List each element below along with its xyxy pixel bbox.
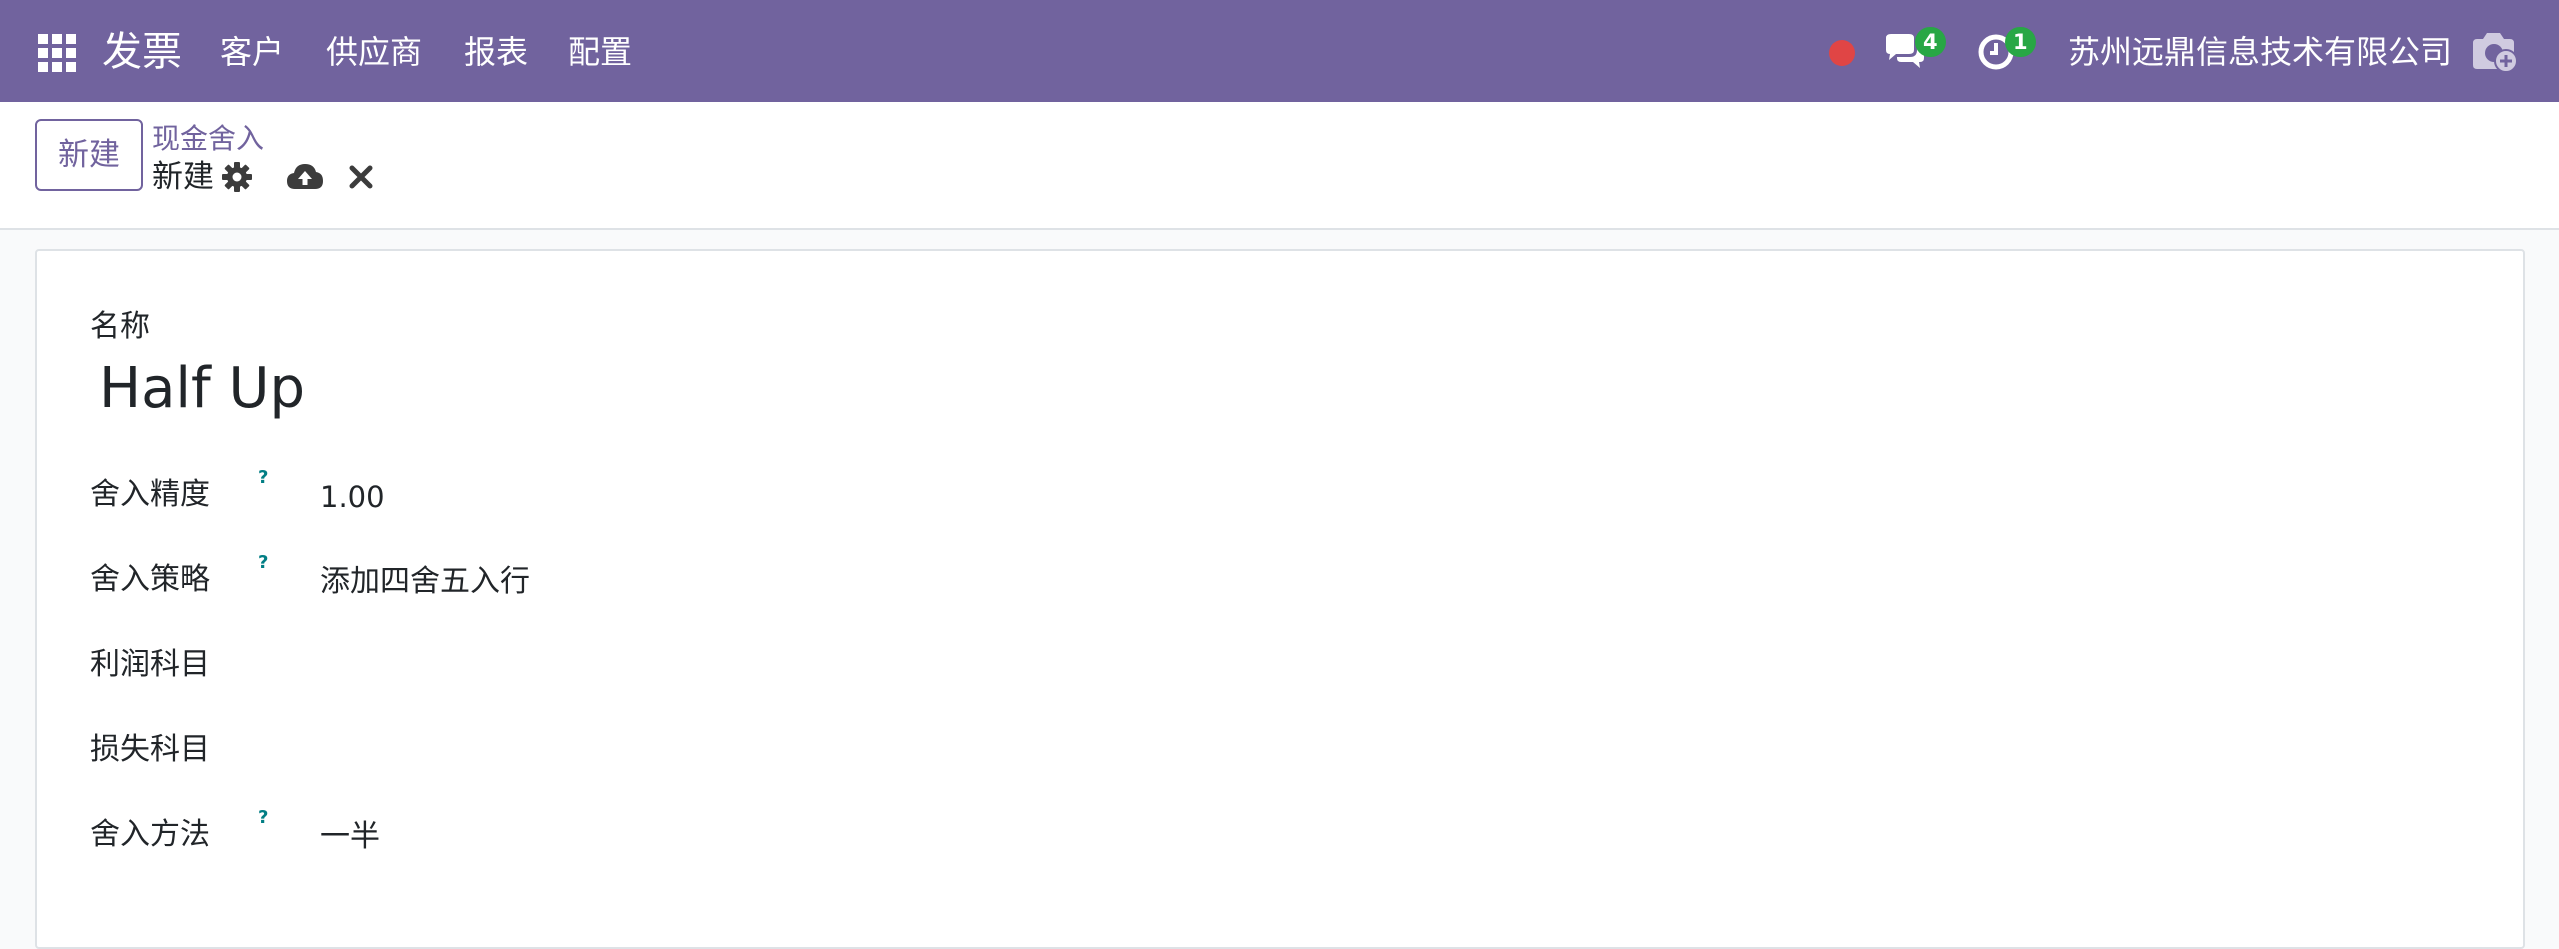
rounding-strategy-help-icon[interactable]: ? [258, 552, 268, 573]
menu-item-customers[interactable]: 客户 [220, 30, 284, 74]
camera-add-icon[interactable] [2470, 31, 2518, 73]
form-sheet: 名称 Half Up 舍入精度 ? 1.00 舍入策略 ? 添加四舍五入行 利润… [35, 249, 2525, 949]
field-row-rounding-method: 舍入方法 ? 一半 [90, 807, 1290, 861]
rounding-strategy-select[interactable]: 添加四舍五入行 [320, 560, 720, 604]
rounding-method-help-icon[interactable]: ? [258, 807, 268, 828]
name-input[interactable]: Half Up [99, 353, 305, 425]
menu-item-reporting[interactable]: 报表 [464, 30, 528, 74]
new-record-button[interactable]: 新建 [35, 119, 143, 191]
messages-count-badge: 4 [1915, 27, 1946, 57]
field-row-rounding-strategy: 舍入策略 ? 添加四舍五入行 [90, 552, 1290, 606]
rounding-precision-input[interactable]: 1.00 [320, 475, 720, 519]
app-name[interactable]: 发票 [102, 24, 182, 80]
breadcrumb-current: 新建 [152, 159, 214, 195]
save-cloud-upload-icon[interactable] [286, 161, 324, 191]
top-navbar: 发票 客户 供应商 报表 配置 4 1 苏州远鼎信息技术有限公司 [0, 0, 2559, 102]
control-panel: 新建 现金舍入 新建 [0, 102, 2559, 230]
breadcrumb-parent[interactable]: 现金舍入 [152, 120, 264, 158]
field-row-rounding-precision: 舍入精度 ? 1.00 [90, 467, 1290, 521]
rounding-precision-label: 舍入精度 [90, 477, 210, 512]
menu-item-vendors[interactable]: 供应商 [326, 30, 422, 74]
rounding-strategy-label: 舍入策略 [90, 562, 210, 597]
loss-account-label: 损失科目 [90, 732, 210, 767]
main-menu: 客户 供应商 报表 配置 [220, 30, 674, 74]
profit-account-label: 利润科目 [90, 647, 210, 682]
rounding-precision-help-icon[interactable]: ? [258, 467, 268, 488]
rounding-method-select[interactable]: 一半 [320, 815, 720, 859]
menu-item-configuration[interactable]: 配置 [568, 30, 632, 74]
rounding-method-label: 舍入方法 [90, 817, 210, 852]
gear-icon[interactable] [222, 162, 252, 192]
field-row-profit-account: 利润科目 [90, 643, 1290, 691]
discard-close-icon[interactable] [348, 164, 374, 190]
name-label: 名称 [90, 309, 150, 344]
recording-indicator-icon[interactable] [1829, 40, 1855, 66]
apps-menu-icon[interactable] [38, 34, 76, 72]
field-row-loss-account: 损失科目 [90, 728, 1290, 776]
activities-count-badge: 1 [2005, 27, 2036, 57]
company-switcher[interactable]: 苏州远鼎信息技术有限公司 [2068, 29, 2452, 75]
